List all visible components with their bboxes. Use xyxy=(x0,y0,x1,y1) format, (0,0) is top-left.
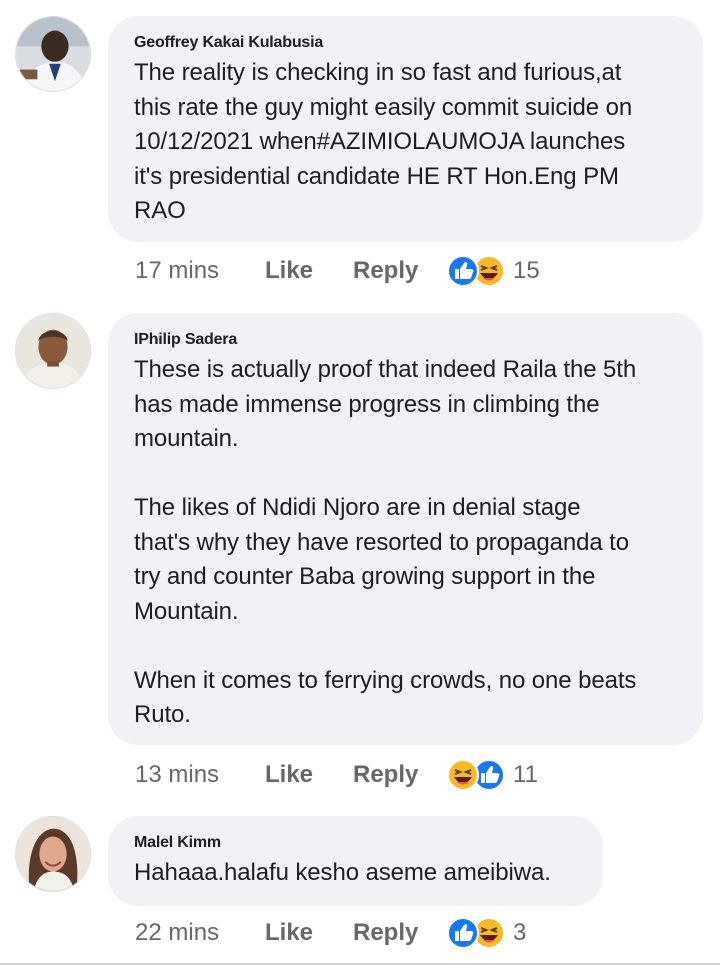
comment-actions: 13 mins Like Reply 11 xyxy=(135,758,538,792)
reaction-icons xyxy=(447,255,505,287)
reaction-count: 11 xyxy=(513,761,538,788)
like-button[interactable]: Like xyxy=(265,919,353,947)
haha-icon xyxy=(447,759,479,791)
like-icon xyxy=(447,917,479,949)
comment-timestamp[interactable]: 13 mins xyxy=(135,761,265,789)
avatar[interactable] xyxy=(15,16,91,92)
comment-text: These is actually proof that indeed Rail… xyxy=(134,356,637,728)
like-button[interactable]: Like xyxy=(265,761,353,789)
reactions-summary[interactable]: 15 xyxy=(445,254,540,288)
comment-actions: 22 mins Like Reply 3 xyxy=(135,916,526,950)
avatar[interactable] xyxy=(15,313,91,389)
comment-timestamp[interactable]: 17 mins xyxy=(135,257,265,285)
like-button[interactable]: Like xyxy=(265,257,353,285)
reply-button[interactable]: Reply xyxy=(353,761,445,789)
comment-text: The reality is checking in so fast and f… xyxy=(134,59,633,224)
comment-text: Hahaaa.halafu kesho aseme ameibiwa. xyxy=(134,859,551,886)
reactions-summary[interactable]: 3 xyxy=(445,916,526,950)
reaction-icons xyxy=(447,759,505,791)
reply-button[interactable]: Reply xyxy=(353,257,445,285)
comment-author[interactable]: Malel Kimm xyxy=(134,834,577,852)
comment-bubble: Malel Kimm Hahaaa.halafu kesho aseme ame… xyxy=(108,816,603,906)
comment-actions: 17 mins Like Reply 15 xyxy=(135,254,540,288)
reaction-count: 15 xyxy=(513,257,540,284)
avatar[interactable] xyxy=(15,816,91,892)
like-icon xyxy=(447,255,479,287)
comment-bubble: IPhilip Sadera These is actually proof t… xyxy=(108,313,703,745)
reaction-count: 3 xyxy=(513,919,527,946)
divider xyxy=(0,963,720,965)
comment-timestamp[interactable]: 22 mins xyxy=(135,919,265,947)
reaction-icons xyxy=(447,917,505,949)
comment-author[interactable]: Geoffrey Kakai Kulabusia xyxy=(134,34,677,52)
reply-button[interactable]: Reply xyxy=(353,919,445,947)
reactions-summary[interactable]: 11 xyxy=(445,758,538,792)
comment-bubble: Geoffrey Kakai Kulabusia The reality is … xyxy=(108,16,703,242)
comment-author[interactable]: IPhilip Sadera xyxy=(134,331,677,349)
